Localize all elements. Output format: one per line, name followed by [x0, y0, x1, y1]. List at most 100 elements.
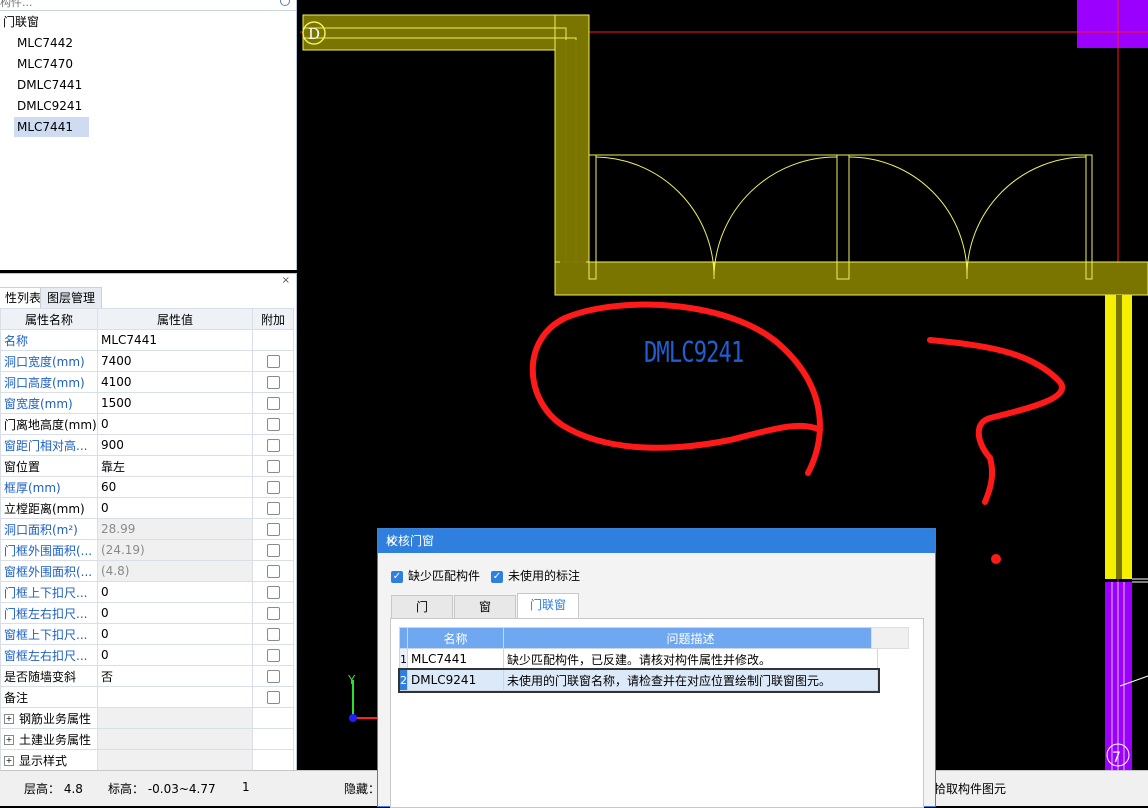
property-row[interactable]: 门框上下扣尺... 0: [0, 581, 294, 603]
extra-checkbox[interactable]: [266, 544, 280, 557]
issue-name: DMLC9241: [407, 669, 504, 691]
close-icon[interactable]: ×: [282, 275, 290, 286]
property-name: 框厚(mm): [0, 476, 98, 498]
property-value[interactable]: [97, 686, 253, 708]
table-row[interactable]: 2 DMLC9241 未使用的门联窗名称，请检查并在对应位置绘制门联窗图元。: [397, 667, 880, 693]
extra-checkbox[interactable]: [266, 460, 280, 473]
property-value[interactable]: 1500: [97, 392, 253, 414]
check-unused-label[interactable]: ✓ 未使用的标注: [491, 567, 580, 584]
property-row[interactable]: 名称 MLC7441: [0, 329, 294, 351]
check-missing-component[interactable]: ✓ 缺少匹配构件: [391, 567, 480, 584]
property-row[interactable]: 窗框左右扣尺... 0: [0, 644, 294, 666]
property-row[interactable]: 窗距门相对高... 900: [0, 434, 294, 456]
property-row[interactable]: 门框外围面积(... (24.19): [0, 539, 294, 561]
property-value[interactable]: 4100: [97, 371, 253, 393]
status-count: 1: [242, 780, 250, 794]
property-row[interactable]: 门框左右扣尺... 0: [0, 602, 294, 624]
tab-layer-management[interactable]: 图层管理: [40, 287, 103, 308]
property-row[interactable]: 窗宽度(mm) 1500: [0, 392, 294, 414]
property-value[interactable]: 0: [97, 497, 253, 519]
expand-plus-icon[interactable]: +: [4, 735, 14, 745]
expand-plus-icon[interactable]: +: [4, 756, 14, 766]
status-hidden: 隐藏：: [344, 782, 381, 796]
property-value[interactable]: 否: [97, 665, 253, 687]
component-search-box[interactable]: [0, 0, 296, 11]
property-row[interactable]: 立樘距离(mm) 0: [0, 497, 294, 519]
tab-window[interactable]: 窗: [454, 595, 516, 618]
extra-checkbox[interactable]: [266, 439, 280, 452]
tab-door-window[interactable]: 门联窗: [517, 593, 579, 619]
property-value[interactable]: 0: [97, 413, 253, 435]
property-row[interactable]: 洞口面积(m²) 28.99: [0, 518, 294, 540]
property-row[interactable]: 框厚(mm) 60: [0, 476, 294, 498]
property-row[interactable]: 洞口宽度(mm) 7400: [0, 350, 294, 372]
property-group-row[interactable]: + 钢筋业务属性: [0, 707, 294, 729]
extra-checkbox[interactable]: [266, 670, 280, 683]
table-row[interactable]: 1 MLC7441 缺少匹配构件，已反建。请核对构件属性并修改。: [399, 648, 878, 670]
extra-checkbox[interactable]: [266, 691, 280, 704]
extra-checkbox[interactable]: [266, 418, 280, 431]
column-header-extra: 附加: [252, 308, 294, 330]
checkbox-checked-icon[interactable]: ✓: [391, 570, 403, 583]
search-icon[interactable]: [280, 0, 290, 6]
property-name: 窗距门相对高...: [0, 434, 98, 456]
svg-text:Y: Y: [347, 673, 356, 687]
tab-door[interactable]: 门: [391, 595, 453, 618]
annotation-text: DMLC9241: [644, 336, 744, 370]
property-row[interactable]: 备注: [0, 686, 294, 708]
extra-checkbox[interactable]: [266, 628, 280, 641]
property-row[interactable]: 是否随墙变斜否: [0, 665, 294, 687]
dialog-title-bar[interactable]: 校核门窗 ×: [378, 529, 935, 553]
property-value[interactable]: 0: [97, 644, 253, 666]
tree-item-dmlc7441[interactable]: DMLC7441: [14, 75, 85, 95]
property-value: 28.99: [97, 518, 253, 540]
extra-checkbox[interactable]: [266, 397, 280, 410]
property-value[interactable]: 60: [97, 476, 253, 498]
component-search-input[interactable]: [0, 0, 270, 10]
status-hint: 拾取构件图元: [934, 782, 1007, 796]
extra-checkbox[interactable]: [266, 649, 280, 662]
property-value: (4.8): [97, 560, 253, 582]
property-name: 洞口宽度(mm): [0, 350, 98, 372]
close-icon[interactable]: ×: [386, 529, 927, 553]
checkbox-checked-icon[interactable]: ✓: [491, 570, 503, 583]
property-row[interactable]: 门离地高度(mm) 0: [0, 413, 294, 435]
property-value[interactable]: 0: [97, 623, 253, 645]
property-group-row[interactable]: + 显示样式: [0, 749, 294, 771]
tree-item-mlc7442[interactable]: MLC7442: [14, 33, 76, 53]
issue-description: 缺少匹配构件，已反建。请核对构件属性并修改。: [503, 648, 878, 670]
expand-plus-icon[interactable]: +: [4, 714, 14, 724]
property-row[interactable]: 窗框上下扣尺... 0: [0, 623, 294, 645]
property-group-row[interactable]: + 土建业务属性: [0, 728, 294, 750]
wall-top-horizontal: [302, 14, 590, 51]
extra-checkbox[interactable]: [266, 355, 280, 368]
property-value[interactable]: 0: [97, 602, 253, 624]
tree-item-dmlc9241[interactable]: DMLC9241: [14, 96, 85, 116]
extra-checkbox[interactable]: [266, 376, 280, 389]
property-name: 窗位置: [0, 455, 98, 477]
property-value[interactable]: MLC7441: [97, 329, 253, 351]
property-value[interactable]: 0: [97, 581, 253, 603]
property-row[interactable]: 洞口高度(mm) 4100: [0, 371, 294, 393]
component-tree-panel: 门联窗 MLC7442 MLC7470 DMLC7441 DMLC9241 ML…: [0, 0, 297, 270]
tree-item-mlc7470[interactable]: MLC7470: [14, 54, 76, 74]
property-value[interactable]: 靠左: [97, 455, 253, 477]
grid-number: 7: [1112, 750, 1121, 766]
property-value[interactable]: 900: [97, 434, 253, 456]
extra-checkbox[interactable]: [266, 523, 280, 536]
property-row[interactable]: 窗框外围面积(... (4.8): [0, 560, 294, 582]
extra-checkbox[interactable]: [266, 565, 280, 578]
extra-checkbox[interactable]: [266, 502, 280, 515]
extra-checkbox[interactable]: [266, 586, 280, 599]
group-rebar-properties: 钢筋业务属性: [19, 711, 92, 726]
extra-checkbox[interactable]: [266, 607, 280, 620]
property-value[interactable]: 7400: [97, 350, 253, 372]
property-name: 洞口面积(m²): [0, 518, 98, 540]
extra-checkbox[interactable]: [266, 481, 280, 494]
check-door-window-dialog: 校核门窗 × ✓ 缺少匹配构件 ✓ 未使用的标注 门 窗 门联窗 名称 问题描述 1…: [377, 528, 936, 808]
tree-item-mlc7441[interactable]: MLC7441: [14, 117, 89, 137]
row-index: 1: [399, 648, 408, 670]
property-row[interactable]: 窗位置 靠左: [0, 455, 294, 477]
tree-group-door-window[interactable]: 门联窗: [0, 12, 42, 32]
property-name: 名称: [0, 329, 98, 351]
